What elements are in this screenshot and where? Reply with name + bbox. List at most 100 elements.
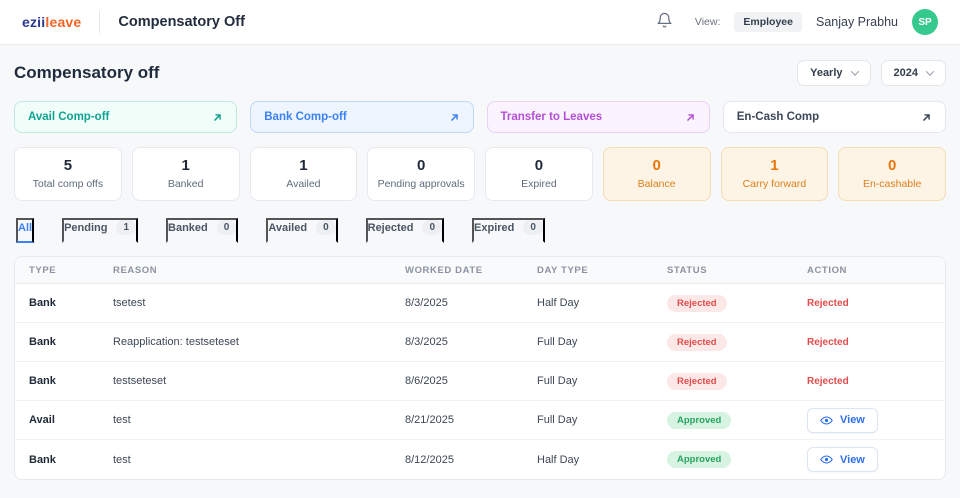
stat-value: 0 (843, 157, 941, 174)
stat-label: En-cashable (843, 178, 941, 190)
action-card-label: Avail Comp-off (28, 111, 109, 123)
cell-status: Rejected (667, 295, 807, 312)
action-card-bank-comp-off[interactable]: Bank Comp-off (250, 101, 473, 133)
tab-count-badge: 0 (316, 220, 336, 235)
cell-action: Rejected (807, 375, 931, 387)
table-row: BankReapplication: testseteset8/3/2025Fu… (15, 323, 945, 362)
tab-count-badge: 0 (217, 220, 237, 235)
tab-all[interactable]: All (16, 218, 34, 243)
arrow-up-right-icon (685, 112, 696, 123)
avatar[interactable]: SP (912, 9, 938, 35)
tab-expired[interactable]: Expired0 (472, 218, 545, 243)
page-title: Compensatory off (14, 63, 159, 83)
action-cards-row: Avail Comp-off Bank Comp-off Transfer to L… (14, 101, 946, 133)
view-button[interactable]: View (807, 447, 878, 472)
tab-label: Pending (64, 222, 107, 234)
table-header-row: TYPEREASONWORKED DATEDAY TYPESTATUSACTIO… (15, 257, 945, 284)
tab-count-badge: 0 (422, 220, 442, 235)
tab-pending[interactable]: Pending1 (62, 218, 138, 243)
cell-reason: testseteset (113, 375, 405, 387)
column-header-action: ACTION (807, 265, 931, 276)
action-card-transfer-to-leaves[interactable]: Transfer to Leaves (487, 101, 710, 133)
status-badge: Approved (667, 412, 731, 429)
stat-label: Balance (608, 178, 706, 190)
stat-card-pending-approvals: 0Pending approvals (367, 147, 475, 201)
cell-reason: test (113, 454, 405, 466)
notifications-button[interactable] (656, 12, 673, 32)
stat-card-total-comp-offs: 5Total comp offs (14, 147, 122, 201)
table-row: Banktest8/12/2025Half DayApprovedView (15, 440, 945, 479)
cell-action: Rejected (807, 297, 931, 309)
stat-value: 1 (137, 157, 235, 174)
action-card-label: Bank Comp-off (264, 111, 346, 123)
status-badge: Rejected (667, 295, 727, 312)
year-select[interactable]: 2024 (881, 60, 946, 86)
cell-status: Approved (667, 451, 807, 468)
cell-day-type: Full Day (537, 414, 667, 426)
stat-card-availed: 1Availed (250, 147, 358, 201)
stat-card-banked: 1 Banked (132, 147, 240, 201)
tab-rejected[interactable]: Rejected 0 (366, 218, 444, 243)
stat-label: Expired (490, 178, 588, 190)
cell-action: View (807, 408, 931, 433)
cell-type: Bank (29, 297, 113, 309)
action-card-avail-comp-off[interactable]: Avail Comp-off (14, 101, 237, 133)
cell-type: Bank (29, 454, 113, 466)
comp-off-table: TYPEREASONWORKED DATEDAY TYPESTATUSACTIO… (14, 256, 946, 480)
year-select-value: 2024 (894, 67, 918, 79)
status-filter-tabs: All Pending1 Banked 0 Availed 0 Rejected 0 Expir… (16, 218, 944, 243)
action-card-label: Transfer to Leaves (501, 111, 603, 123)
table-body: Banktsetest8/3/2025Half DayRejectedRejec… (15, 284, 945, 479)
cell-reason: test (113, 414, 405, 426)
tab-label: Banked (168, 222, 208, 234)
cell-type: Avail (29, 414, 113, 426)
cell-day-type: Half Day (537, 297, 667, 309)
title-row: Compensatory off Yearly 2024 (14, 60, 946, 86)
action-card-en-cash-comp[interactable]: En-Cash Comp (723, 101, 946, 133)
view-button-label: View (840, 454, 865, 466)
app-logo[interactable]: eziileave (22, 14, 81, 30)
period-select[interactable]: Yearly (797, 60, 870, 86)
cell-action: View (807, 447, 931, 472)
status-badge: Rejected (667, 373, 727, 390)
tab-label: Availed (268, 222, 307, 234)
cell-worked-date: 8/12/2025 (405, 454, 537, 466)
cell-reason: tsetest (113, 297, 405, 309)
cell-status: Approved (667, 412, 807, 429)
column-header-day-type: DAY TYPE (537, 265, 667, 276)
column-header-worked-date: WORKED DATE (405, 265, 537, 276)
stat-card-carry-forward: 1Carry forward (721, 147, 829, 201)
cell-worked-date: 8/3/2025 (405, 297, 537, 309)
cell-day-type: Full Day (537, 336, 667, 348)
header-divider (99, 11, 100, 33)
eye-icon (820, 453, 833, 466)
logo-part-ezii: ezii (22, 14, 45, 30)
tab-banked[interactable]: Banked 0 (166, 218, 238, 243)
tab-label: Rejected (368, 222, 414, 234)
view-mode-badge[interactable]: Employee (734, 12, 802, 32)
eye-icon (820, 414, 833, 427)
stat-value: 1 (255, 157, 353, 174)
arrow-up-right-icon (921, 112, 932, 123)
status-badge: Rejected (667, 334, 727, 351)
tab-label: All (18, 222, 32, 234)
top-bar-left: eziileave Compensatory Off (22, 11, 245, 33)
stat-label: Banked (137, 178, 235, 190)
logo-part-leave: leave (45, 14, 81, 30)
stat-label: Carry forward (726, 178, 824, 190)
tab-availed[interactable]: Availed 0 (266, 218, 337, 243)
top-bar: eziileave Compensatory Off View: Employe… (0, 0, 960, 45)
view-button[interactable]: View (807, 408, 878, 433)
stat-value: 0 (490, 157, 588, 174)
column-header-status: STATUS (667, 265, 807, 276)
stat-label: Total comp offs (19, 178, 117, 190)
stat-card-expired: 0 Expired (485, 147, 593, 201)
status-badge: Approved (667, 451, 731, 468)
table-row: Banktsetest8/3/2025Half DayRejectedRejec… (15, 284, 945, 323)
action-status-text: Rejected (807, 337, 849, 348)
view-button-label: View (840, 414, 865, 426)
view-label: View: (695, 16, 721, 28)
period-select-value: Yearly (810, 67, 842, 79)
cell-worked-date: 8/3/2025 (405, 336, 537, 348)
action-status-text: Rejected (807, 376, 849, 387)
